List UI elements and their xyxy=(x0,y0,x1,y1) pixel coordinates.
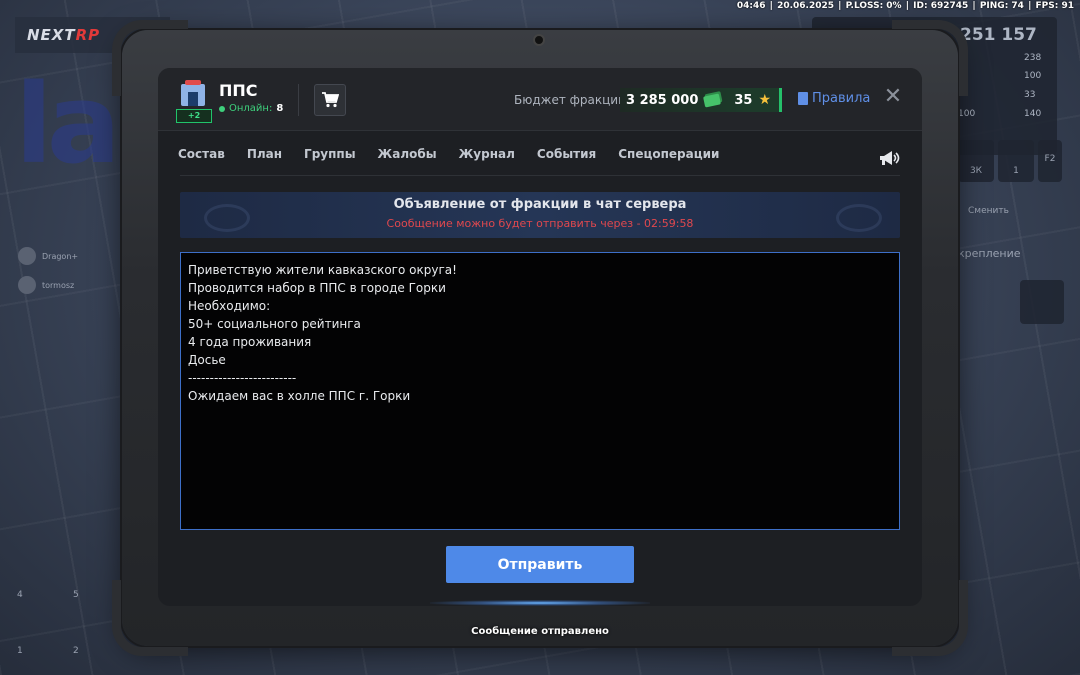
budget-amount: 3 285 000 xyxy=(626,92,699,108)
hud-stat: 100 xyxy=(958,109,976,119)
message-line: 50+ социального рейтинга xyxy=(188,317,361,331)
cooldown-timer: Сообщение можно будет отправить через - … xyxy=(386,217,694,230)
status-time: 04:46 xyxy=(736,1,766,11)
announcement-banner: Объявление от фракции в чат сервера Сооб… xyxy=(180,192,900,238)
hud-user: tormosz xyxy=(18,276,74,294)
hud-slot-number: 5 xyxy=(73,590,79,600)
message-line: Ожидаем вас в холле ППС г. Горки xyxy=(188,389,411,403)
hud-fix-label: креплениe xyxy=(958,247,1021,260)
hud-stat: 140 xyxy=(1024,109,1042,119)
panel-header: +2 ППС Онлайн: 8 Бюджет фракции: 3 285 0… xyxy=(158,68,922,131)
hud-inventory-slot: 1 xyxy=(998,140,1034,182)
message-line: ------------------------- xyxy=(188,371,297,385)
faction-level-badge: +2 xyxy=(176,109,212,123)
tab-groups[interactable]: Группы xyxy=(304,147,356,161)
hud-switch-label: Сменить xyxy=(968,206,1009,216)
avatar xyxy=(18,276,36,294)
banner-title: Объявление от фракции в чат сервера xyxy=(393,197,687,212)
avatar xyxy=(18,247,36,265)
hud-money-value: 251 157 xyxy=(960,25,1037,45)
status-bar: 04:46 | 20.06.2025 | P.LOSS: 0% | ID: 69… xyxy=(736,1,1074,11)
send-button[interactable]: Отправить xyxy=(446,546,634,583)
decorative-sound-icon xyxy=(204,204,250,232)
message-line: Проводится набор в ППС в городе Горки xyxy=(188,281,446,295)
hud-inventory-slot: 3К xyxy=(958,140,994,182)
tablet-camera xyxy=(533,34,545,46)
hud-slot-number: 4 xyxy=(17,590,23,600)
hud-slot-number: 2 xyxy=(73,646,79,656)
megaphone-icon[interactable] xyxy=(878,150,900,166)
message-line: 4 года проживания xyxy=(188,335,312,349)
tab-complaints[interactable]: Жалобы xyxy=(378,147,437,161)
budget-display: 3 285 000 35 ★ xyxy=(620,88,782,112)
document-icon xyxy=(798,92,808,105)
notification-toast: Сообщение отправлено xyxy=(471,626,609,637)
message-textarea[interactable]: Приветствую жители кавказского округа! П… xyxy=(180,252,900,530)
faction-panel: +2 ППС Онлайн: 8 Бюджет фракции: 3 285 0… xyxy=(158,68,922,606)
tab-events[interactable]: События xyxy=(537,147,596,161)
message-line: Приветствую жители кавказского округа! xyxy=(188,263,457,277)
online-status: Онлайн: 8 xyxy=(219,103,283,114)
decorative-sound-icon xyxy=(836,204,882,232)
tablet-glow xyxy=(430,600,650,606)
hud-slot-number: 1 xyxy=(17,646,23,656)
background-decor: la xyxy=(15,60,121,188)
status-ploss: P.LOSS: 0% xyxy=(845,1,902,11)
star-icon: ★ xyxy=(758,92,772,108)
online-dot-icon xyxy=(219,105,225,112)
hud-key-hint: F2 xyxy=(1038,140,1062,182)
tab-members[interactable]: Состав xyxy=(178,147,225,161)
bell-icon xyxy=(1020,280,1064,324)
cart-icon xyxy=(322,92,339,108)
close-button[interactable]: ✕ xyxy=(882,86,904,108)
divider xyxy=(180,175,900,176)
cash-icon xyxy=(703,92,722,108)
status-date: 20.06.2025 xyxy=(777,1,835,11)
police-station-icon: +2 xyxy=(176,80,212,123)
tab-plan[interactable]: План xyxy=(247,147,282,161)
hud-user: Dragon+ xyxy=(18,247,78,265)
status-id: ID: 692745 xyxy=(913,1,969,11)
budget-label: Бюджет фракции: xyxy=(514,93,630,107)
hud-stat: 238 xyxy=(1024,53,1042,63)
tab-special-ops[interactable]: Спецоперации xyxy=(618,147,719,161)
message-line: Досье xyxy=(188,353,226,367)
rules-link[interactable]: Правила xyxy=(798,91,870,106)
tab-journal[interactable]: Журнал xyxy=(459,147,515,161)
status-ping: PING: 74 xyxy=(979,1,1024,11)
online-count: 8 xyxy=(276,103,284,114)
stars-count: 35 xyxy=(734,92,753,108)
divider xyxy=(298,84,299,116)
hud-stat: 100 xyxy=(1024,71,1042,81)
status-fps: FPS: 91 xyxy=(1035,1,1074,11)
shop-cart-button[interactable] xyxy=(314,84,346,116)
message-line: Необходимо: xyxy=(188,299,271,313)
tab-bar: Состав План Группы Жалобы Журнал События… xyxy=(178,147,719,161)
hud-stat: 33 xyxy=(1024,90,1036,100)
faction-name: ППС xyxy=(219,81,258,100)
